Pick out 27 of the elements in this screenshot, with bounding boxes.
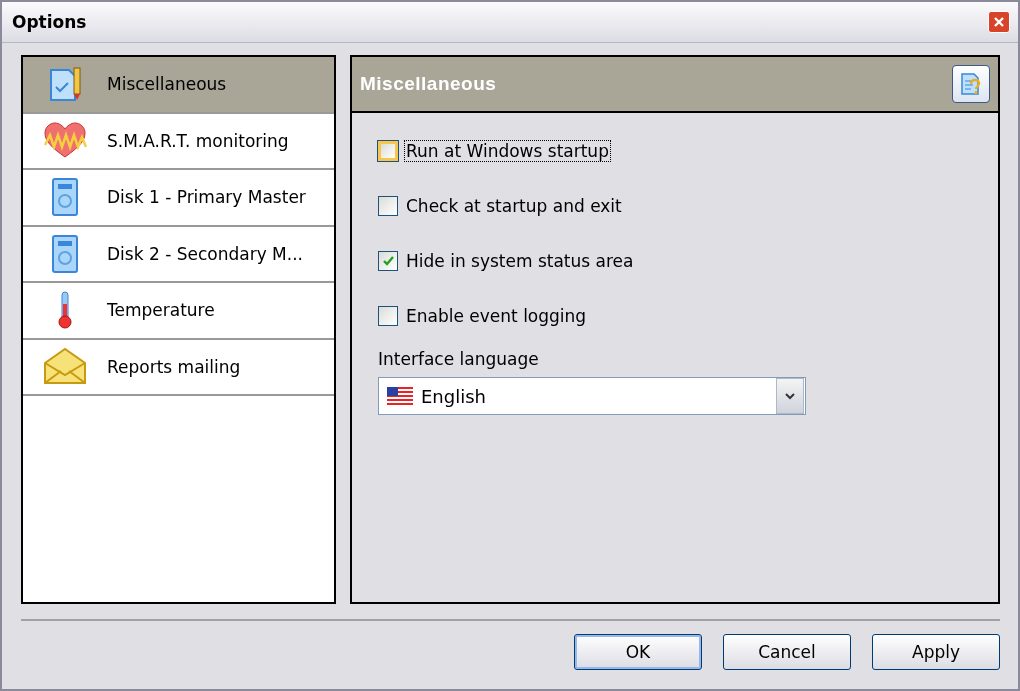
help-button[interactable] [952, 65, 990, 103]
option-checkbox[interactable]: Check at startup and exit [378, 192, 624, 220]
sidebar-item[interactable]: Reports mailing [23, 339, 334, 396]
chevron-down-icon [785, 392, 795, 400]
checkmark-icon [382, 256, 394, 266]
dropdown-button[interactable] [776, 378, 804, 414]
dialog-button[interactable]: Apply [872, 634, 1000, 670]
language-dropdown[interactable]: English [378, 377, 806, 415]
close-icon [992, 15, 1006, 29]
sidebar-item[interactable]: Disk 1 - Primary Master [23, 170, 334, 227]
checkbox[interactable] [378, 251, 398, 271]
option-checkbox[interactable]: Enable event logging [378, 302, 589, 330]
dialog-button[interactable]: Cancel [723, 634, 851, 670]
dialog-button[interactable]: OK [574, 634, 702, 670]
option-checkbox[interactable]: Hide in system status area [378, 247, 636, 275]
envelope-icon [43, 346, 87, 387]
flag-icon [387, 387, 413, 405]
window-title: Options [12, 12, 87, 32]
field-label: Interface language [378, 349, 540, 369]
panel-title: Miscellaneous [360, 73, 497, 95]
sidebar-item[interactable]: Disk 2 - Secondary M... [23, 226, 334, 283]
sidebar-item[interactable]: Miscellaneous [23, 57, 334, 114]
checkbox[interactable] [378, 306, 398, 326]
sidebar-item[interactable]: Temperature [23, 283, 334, 340]
sidebar-item[interactable]: S.M.A.R.T. monitoring [23, 113, 334, 170]
close-button[interactable] [988, 11, 1010, 33]
checkbox[interactable] [378, 196, 398, 216]
